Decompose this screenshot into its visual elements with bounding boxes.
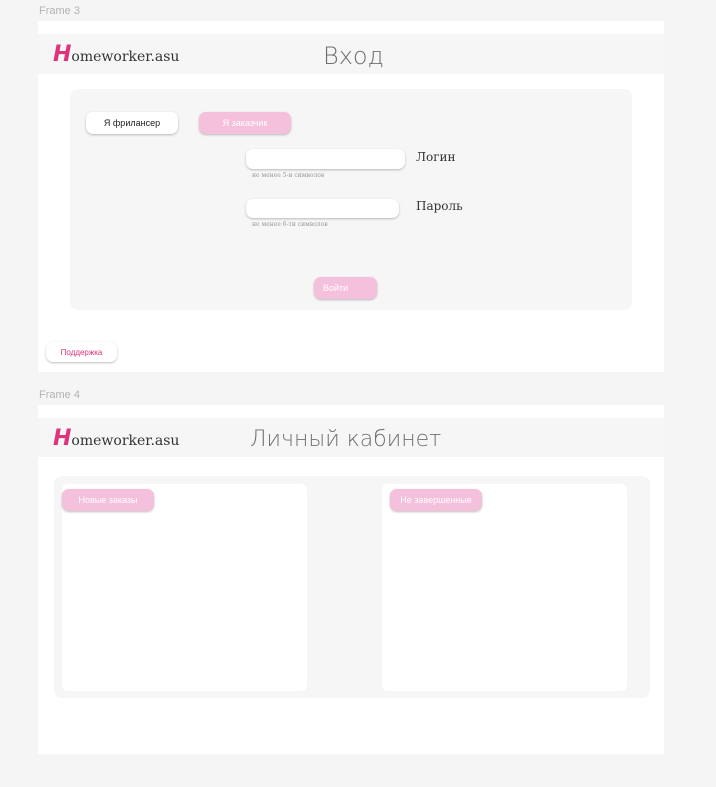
new-orders-card [62,484,307,691]
new-orders-button[interactable]: Новые заказы [62,489,154,511]
login-header: H omeworker.asu Вход [38,34,664,74]
login-label: Логин [416,150,456,164]
unfinished-button[interactable]: Не завершенные [390,489,482,511]
cabinet-frame: H omeworker.asu Личный кабинет Новые зак… [38,405,664,754]
login-frame: H omeworker.asu Вход Я фрилансер Я заказ… [38,21,664,372]
login-input[interactable] [246,149,405,169]
frame-3-label: Frame 3 [39,5,80,17]
password-label: Пароль [416,199,463,213]
password-hint: не менее 6-ти символов [252,221,328,228]
login-hint: не менее 5-и символов [252,172,325,179]
password-input[interactable] [246,199,399,218]
submit-button[interactable]: Войти [314,277,377,299]
cabinet-header: H omeworker.asu Личный кабинет [38,418,664,457]
page-title: Личный кабинет [250,427,442,452]
login-panel: Я фрилансер Я заказчик Логин не менее 5-… [70,89,632,310]
tab-freelancer[interactable]: Я фрилансер [86,112,178,134]
tab-customer[interactable]: Я заказчик [199,112,291,134]
logo-text: omeworker.asu [71,49,180,65]
logo[interactable]: H omeworker.asu [53,44,179,66]
support-button[interactable]: Поддержка [46,342,117,362]
cabinet-panel: Новые заказы Не завершенные [54,476,650,698]
logo-text: omeworker.asu [71,433,180,449]
frame-4-label: Frame 4 [39,389,80,401]
logo-mark-icon: H [53,42,71,67]
logo-mark-icon: H [53,426,71,451]
page-title: Вход [323,42,384,70]
unfinished-card [382,484,627,691]
logo[interactable]: H omeworker.asu [53,428,179,450]
